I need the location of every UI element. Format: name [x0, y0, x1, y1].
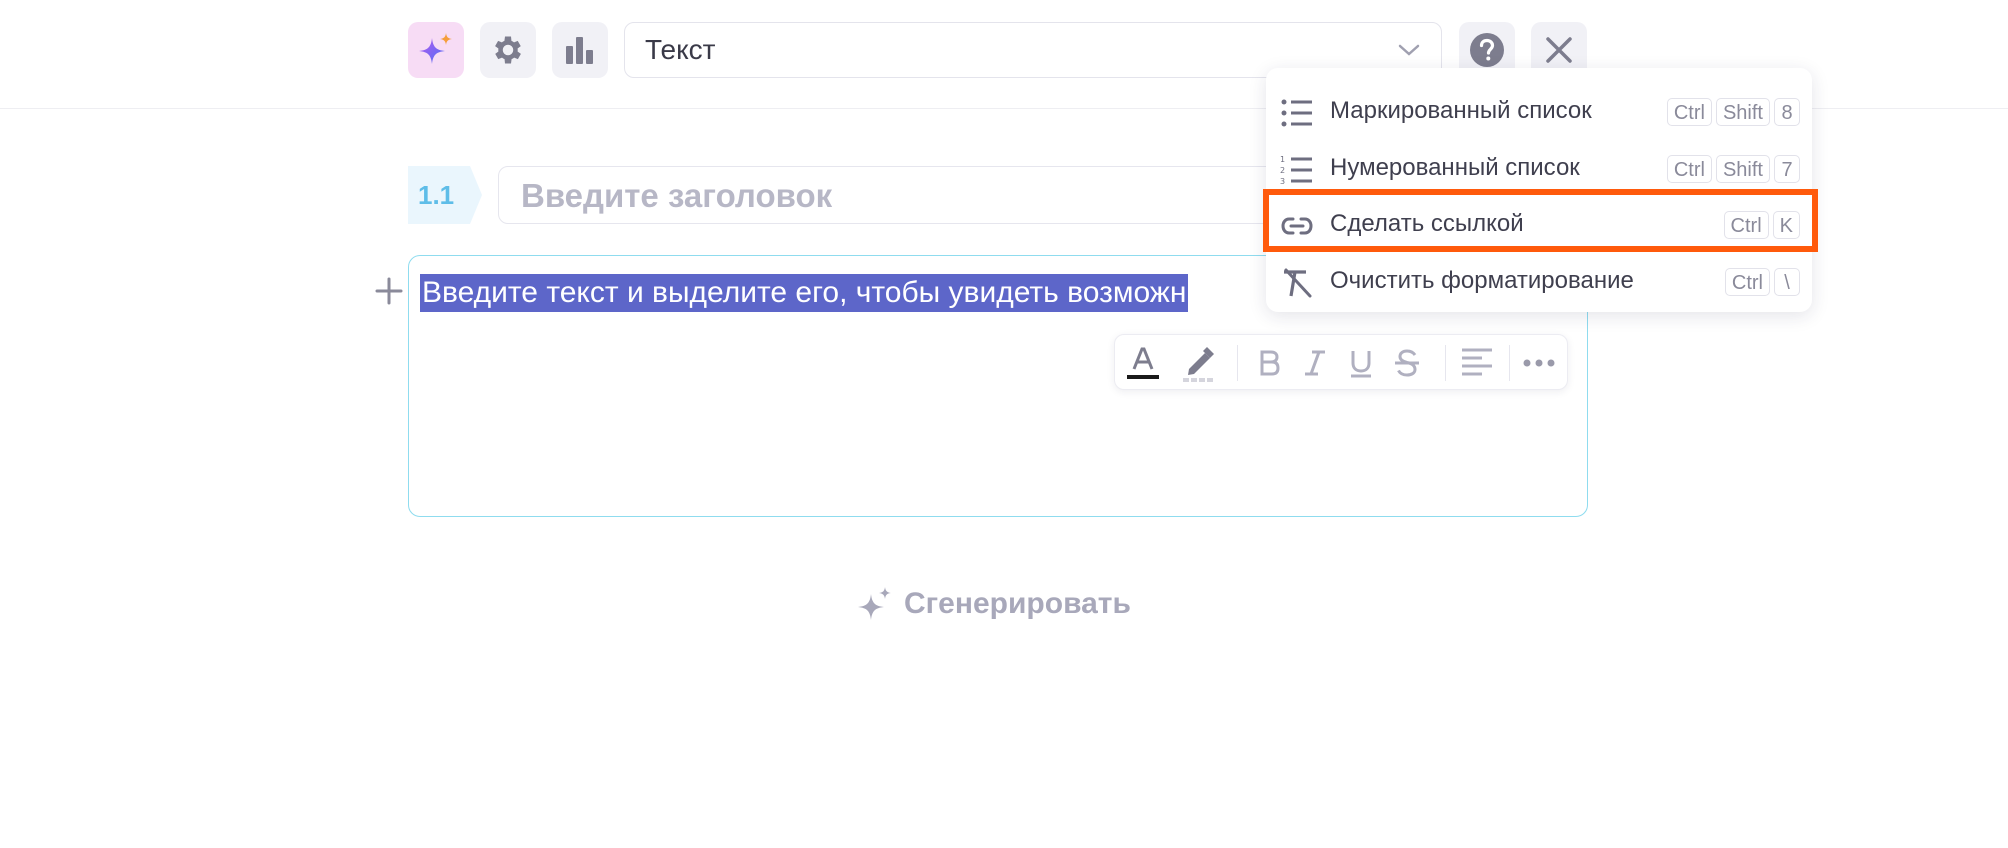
selected-text[interactable]: Введите текст и выделите его, чтобы увид… [420, 274, 1189, 312]
menu-item-clear-formatting[interactable]: Очистить форматирование Ctrl \ [1266, 255, 1812, 311]
underline-icon [1351, 351, 1371, 378]
text-color-button[interactable] [1123, 343, 1163, 383]
generate-label: Сгенерировать [904, 587, 1131, 620]
close-icon [1546, 37, 1572, 63]
menu-item-label: Маркированный список [1330, 97, 1592, 124]
key-cap: 8 [1774, 98, 1800, 126]
section-number: 1.1 [418, 180, 455, 210]
more-button[interactable] [1519, 343, 1559, 383]
italic-icon [1305, 350, 1325, 376]
bold-button[interactable] [1249, 343, 1289, 383]
ai-button[interactable] [408, 22, 464, 78]
shortcut-keys: Ctrl \ [1724, 268, 1800, 296]
key-cap: Shift [1715, 98, 1770, 126]
formatting-toolbar [1114, 334, 1568, 390]
generate-button[interactable]: Сгенерировать [856, 582, 1131, 626]
align-button[interactable] [1457, 343, 1497, 383]
italic-button[interactable] [1295, 343, 1335, 383]
bold-icon [1260, 350, 1280, 376]
bar-chart-icon [566, 37, 593, 64]
gear-icon [495, 36, 521, 64]
toolbar-divider [1509, 345, 1510, 381]
sparkle-icon [858, 587, 891, 620]
heading-placeholder: Введите заголовок [521, 177, 833, 214]
menu-item-label: Очистить форматирование [1330, 267, 1634, 294]
key-cap: Ctrl [1666, 155, 1712, 183]
section-number-tag: 1.1 [408, 166, 482, 224]
highlight-annotation [1263, 189, 1818, 252]
key-cap: Ctrl [1724, 268, 1770, 296]
menu-item-label: Нумерованный список [1330, 154, 1580, 181]
sparkle-icon [419, 33, 452, 64]
svg-text:2: 2 [1280, 166, 1285, 175]
svg-text:1: 1 [1280, 155, 1285, 164]
block-type-value: Текст [645, 34, 716, 65]
strikethrough-button[interactable] [1387, 343, 1427, 383]
key-cap: Ctrl [1666, 98, 1712, 126]
highlighter-icon [1183, 347, 1214, 382]
toolbar-divider [1445, 345, 1446, 381]
underline-button[interactable] [1341, 343, 1381, 383]
align-left-icon [1462, 348, 1492, 376]
toolbar-divider [1237, 345, 1238, 381]
stats-button[interactable] [552, 22, 608, 78]
clear-format-icon [1284, 268, 1312, 298]
bulleted-list-icon [1281, 99, 1312, 127]
key-cap: \ [1774, 268, 1800, 296]
more-dots-icon [1523, 359, 1555, 367]
settings-button[interactable] [480, 22, 536, 78]
key-cap: 7 [1774, 155, 1800, 183]
shortcut-keys: Ctrl Shift 8 [1666, 98, 1800, 126]
chevron-down-icon [1398, 44, 1420, 56]
svg-text:3: 3 [1280, 177, 1285, 186]
highlight-color-button[interactable] [1179, 343, 1219, 383]
add-block-button[interactable] [374, 276, 404, 306]
text-color-icon [1127, 347, 1159, 379]
strikethrough-icon [1395, 349, 1419, 377]
shortcut-keys: Ctrl Shift 7 [1666, 155, 1800, 183]
plus-icon [375, 277, 403, 305]
help-icon [1470, 33, 1504, 67]
menu-item-bulleted-list[interactable]: Маркированный список Ctrl Shift 8 [1266, 85, 1812, 141]
key-cap: Shift [1715, 155, 1770, 183]
numbered-list-icon: 1 2 3 [1280, 155, 1312, 186]
